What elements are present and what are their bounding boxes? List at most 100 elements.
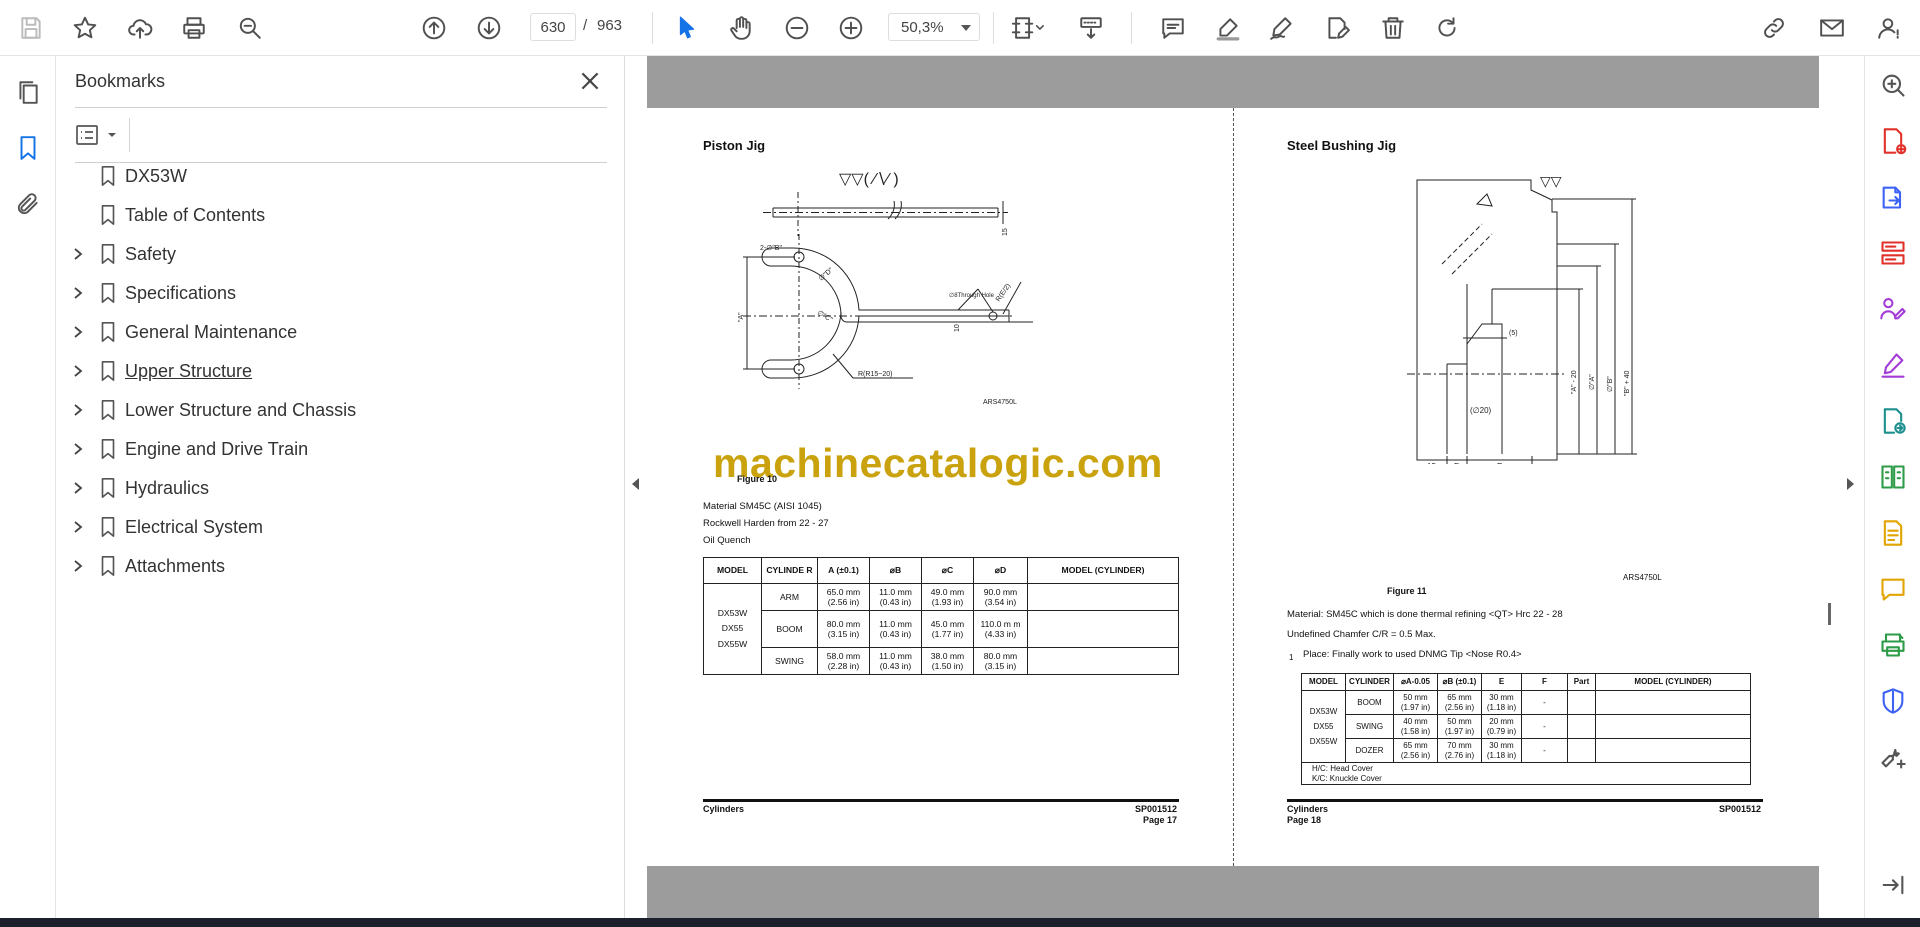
dim-a-callout: "A": [738, 312, 745, 322]
chevron-right-icon[interactable]: [71, 559, 85, 573]
chevron-right-icon[interactable]: [71, 520, 85, 534]
page-number-input[interactable]: [530, 13, 576, 41]
comment-icon[interactable]: [1156, 11, 1190, 45]
bookmark-item[interactable]: Lower Structure and Chassis: [57, 393, 617, 427]
value-cell: 50 mm (1.97 in): [1393, 690, 1438, 715]
dim-15-label: 15: [1427, 462, 1436, 464]
highlight-icon[interactable]: [1211, 11, 1245, 45]
table-header: F: [1521, 673, 1568, 691]
value-cell: 80.0 mm (3.15 in): [973, 647, 1028, 675]
bookmarks-icon[interactable]: [10, 130, 46, 166]
bookmark-icon: [97, 360, 119, 382]
collapse-left-panel-icon[interactable]: [632, 478, 639, 490]
print-icon[interactable]: [177, 11, 211, 45]
cloud-upload-icon[interactable]: [123, 11, 157, 45]
right-footer-section: Cylinders: [1287, 804, 1329, 814]
bookmark-icon: [97, 399, 119, 421]
value-cell: -: [1521, 690, 1568, 715]
collapse-tools-icon[interactable]: [1876, 868, 1910, 902]
share-link-icon[interactable]: [1757, 11, 1791, 45]
protect-icon[interactable]: [1876, 684, 1910, 718]
collapse-right-panel-icon[interactable]: [1847, 478, 1854, 490]
organize-pages-icon[interactable]: [1876, 236, 1910, 270]
export-pdf-icon[interactable]: [1876, 180, 1910, 214]
right-figure-caption: Figure 11: [1387, 586, 1427, 596]
page-thumbnails-icon[interactable]: [10, 74, 46, 110]
bookmark-label: Table of Contents: [125, 205, 266, 225]
attachments-icon[interactable]: [10, 186, 46, 222]
bookmark-item[interactable]: Safety: [57, 237, 617, 271]
next-page-icon[interactable]: [472, 11, 506, 45]
chevron-right-icon[interactable]: [71, 247, 85, 261]
cylinder-cell: ARM: [761, 583, 818, 611]
steel-bushing-jig-table: MODEL CYLINDER ⌀A-0.05 ⌀B (±0.1) E F Par…: [1301, 673, 1751, 786]
bookmark-label: Electrical System: [125, 517, 264, 537]
star-icon[interactable]: [68, 11, 102, 45]
bookmark-label: DX53W: [125, 166, 188, 186]
bookmark-label: Attachments: [125, 556, 226, 576]
email-icon[interactable]: [1815, 11, 1849, 45]
page-fit-icon[interactable]: [1004, 11, 1052, 45]
chevron-right-icon[interactable]: [71, 403, 85, 417]
select-cursor-icon[interactable]: [670, 11, 704, 45]
chevron-right-icon[interactable]: [71, 481, 85, 495]
redo-icon[interactable]: [1430, 11, 1464, 45]
bookmark-item[interactable]: Specifications: [57, 276, 617, 310]
bookmark-options-button[interactable]: [75, 120, 121, 150]
table-header: ⌀D: [973, 557, 1028, 584]
bookmark-item[interactable]: DX53W: [57, 159, 617, 193]
chevron-right-icon[interactable]: [71, 325, 85, 339]
bookmark-item[interactable]: General Maintenance: [57, 315, 617, 349]
dia-20-label: (∅20): [1470, 406, 1492, 415]
surface-finish-symbol: ▽▽( ∕∖∕ ): [839, 171, 899, 188]
comment-tool-icon[interactable]: [1876, 572, 1910, 606]
scrollbar-thumb[interactable]: [1828, 603, 1831, 625]
save-icon[interactable]: [14, 11, 48, 45]
create-pdf-icon[interactable]: [1876, 124, 1910, 158]
vertical-scrollbar[interactable]: [1819, 56, 1864, 918]
chevron-right-icon[interactable]: [71, 286, 85, 300]
request-signatures-icon[interactable]: [1876, 292, 1910, 326]
chevron-right-icon[interactable]: [71, 364, 85, 378]
bookmark-item[interactable]: Engine and Drive Train: [57, 432, 617, 466]
bookmark-icon: [97, 282, 119, 304]
piston-jig-drawing: ▽▽( ∕∖∕ ) 15 2-∅"B" ∅"D" ∅"C" "A" ∅8Thro…: [703, 164, 1033, 414]
table-legend-row: H/C: Head Cover K/C: Knuckle Cover: [1301, 761, 1751, 786]
draw-signature-icon[interactable]: [1265, 11, 1299, 45]
bookmark-item[interactable]: Hydraulics: [57, 471, 617, 505]
zoom-search-icon[interactable]: [1876, 68, 1910, 102]
bookmark-item[interactable]: Upper Structure: [57, 354, 617, 388]
compress-pdf-icon[interactable]: [1876, 404, 1910, 438]
piston-jig-table: MODEL CYLINDE R A (±0.1) ⌀B ⌀C ⌀D MODEL …: [703, 557, 1179, 675]
bookmark-item[interactable]: Electrical System: [57, 510, 617, 544]
dim-5-label: (5): [1509, 330, 1518, 337]
chevron-right-icon[interactable]: [71, 442, 85, 456]
right-footer-rule: [1287, 799, 1763, 802]
value-cell: 45.0 mm (1.77 in): [921, 610, 974, 648]
close-icon[interactable]: [577, 68, 603, 94]
previous-page-icon[interactable]: [417, 11, 451, 45]
search-zoom-icon[interactable]: [233, 11, 267, 45]
bookmark-item[interactable]: Table of Contents: [57, 198, 617, 232]
document-viewport[interactable]: Piston Jig ▽▽(∕∖∕) 15 2-∅"B" ∅"D" ∅"C"…: [647, 56, 1819, 918]
zoom-level-select[interactable]: 50,3%: [888, 13, 980, 41]
print-production-icon[interactable]: [1876, 628, 1910, 662]
holes-callout: 2-∅"B": [760, 245, 782, 252]
table-header: MODEL: [1301, 673, 1346, 691]
compare-files-icon[interactable]: [1876, 460, 1910, 494]
scan-ocr-icon[interactable]: [1876, 516, 1910, 550]
zoom-in-icon[interactable]: [834, 11, 868, 45]
more-tools-icon[interactable]: [1876, 740, 1910, 774]
value-cell: -: [1521, 738, 1568, 763]
delete-icon[interactable]: [1376, 11, 1410, 45]
hand-tool-icon[interactable]: [724, 11, 758, 45]
model-name: DX55: [1313, 721, 1334, 731]
edit-pdf-icon[interactable]: [1320, 11, 1354, 45]
scroll-mode-icon[interactable]: [1074, 11, 1108, 45]
bookmark-item[interactable]: Attachments: [57, 549, 617, 583]
account-icon[interactable]: [1872, 11, 1906, 45]
value-cell: 20 mm (0.79 in): [1481, 714, 1522, 739]
right-page-title: Steel Bushing Jig: [1287, 138, 1397, 153]
zoom-out-icon[interactable]: [780, 11, 814, 45]
fill-sign-icon[interactable]: [1876, 348, 1910, 382]
